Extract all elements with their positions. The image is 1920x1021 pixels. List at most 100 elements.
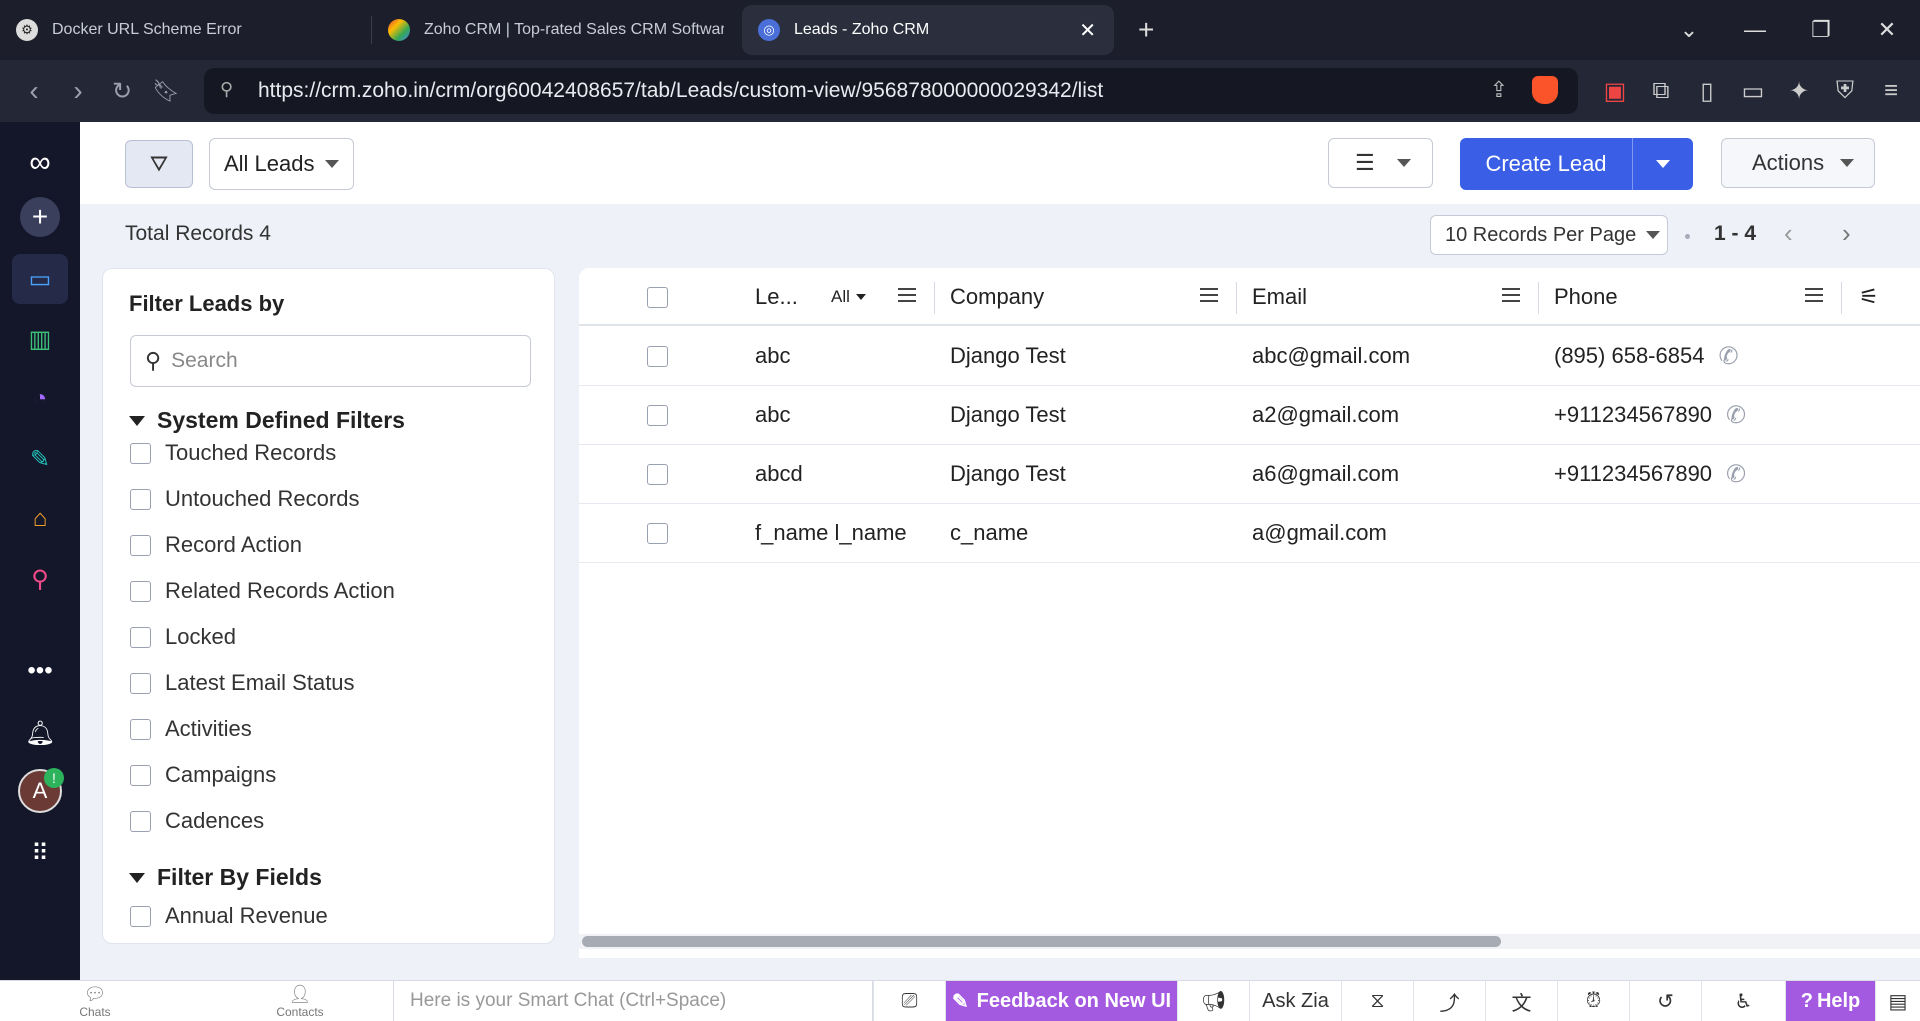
email-cell[interactable]: a2@gmail.com (1252, 386, 1399, 444)
view-select[interactable]: All Leads (209, 138, 354, 190)
column-menu-icon[interactable] (1200, 288, 1218, 302)
lead-name-cell[interactable]: f_name l_name (755, 504, 907, 562)
notifications-icon[interactable]: 🔔︎ (12, 708, 68, 758)
phone-icon[interactable]: ✆ (1726, 460, 1746, 489)
column-menu-icon[interactable] (898, 288, 916, 302)
contacts-button[interactable]: 👤︎ Contacts (260, 981, 340, 1021)
restore-icon[interactable]: ❐ (1788, 17, 1854, 43)
checkbox[interactable] (130, 442, 151, 464)
share-icon[interactable]: ⇪ (1490, 77, 1508, 103)
vpn-icon[interactable]: ⛨ (1822, 77, 1868, 105)
translate-icon[interactable]: 文 (1485, 981, 1557, 1021)
checkbox[interactable] (130, 534, 151, 556)
system-filters-group[interactable]: System Defined Filters (129, 407, 405, 434)
tab-search-icon[interactable]: ⌄ (1656, 17, 1722, 43)
new-tab-button[interactable]: + (1138, 14, 1154, 46)
create-lead-dropdown[interactable] (1633, 160, 1693, 168)
activity-icon[interactable]: ⧖ (1341, 981, 1413, 1021)
column-header-company[interactable]: Company (950, 268, 1044, 326)
browser-tab[interactable]: ⚙ Docker URL Scheme Error (0, 16, 372, 44)
announcements-icon[interactable]: 📢︎ (1177, 981, 1249, 1021)
brave-shields-icon[interactable] (1532, 76, 1558, 104)
email-cell[interactable]: a6@gmail.com (1252, 445, 1399, 503)
screen-share-icon[interactable]: ⎚ (873, 981, 945, 1021)
filter-item[interactable]: Related Records Action (130, 578, 395, 604)
filter-item[interactable]: Campaigns (130, 762, 276, 788)
next-page-icon[interactable]: › (1842, 218, 1851, 249)
wallet-icon[interactable]: ▭ (1730, 77, 1776, 106)
actions-button[interactable]: Actions (1721, 138, 1875, 188)
address-bar[interactable]: ⚲ https://crm.zoho.in/crm/org60042408657… (204, 68, 1578, 114)
email-cell[interactable]: a@gmail.com (1252, 504, 1387, 562)
accessibility-icon[interactable]: ♿︎ (1701, 981, 1785, 1021)
close-window-icon[interactable]: ✕ (1854, 17, 1920, 43)
column-header-email[interactable]: Email (1252, 268, 1307, 326)
sidebar-icon[interactable]: ▯ (1684, 77, 1730, 106)
filter-toggle-button[interactable]: ⛛ (125, 140, 193, 188)
help-button[interactable]: ? Help (1785, 981, 1875, 1021)
column-settings-icon[interactable]: ⚟ (1859, 268, 1879, 326)
site-settings-icon[interactable]: ⚲ (220, 79, 233, 100)
phone-icon[interactable]: ✆ (1718, 342, 1738, 371)
column-header-phone[interactable]: Phone (1554, 268, 1618, 326)
search-rail-icon[interactable]: ⚲ (12, 554, 68, 604)
field-filters-group[interactable]: Filter By Fields (129, 864, 322, 891)
checkbox[interactable] (130, 764, 151, 786)
list-view-switcher[interactable]: ☰ (1328, 138, 1433, 188)
checkbox[interactable] (130, 905, 151, 927)
prev-page-icon[interactable]: ‹ (1784, 218, 1793, 249)
create-icon[interactable]: + (12, 192, 68, 242)
row-checkbox[interactable] (647, 445, 668, 503)
checkbox[interactable] (130, 672, 151, 694)
browser-tab[interactable]: Zoho CRM | Top-rated Sales CRM Software … (372, 16, 742, 44)
lead-filter-select[interactable]: All (831, 268, 866, 326)
filter-item[interactable]: Untouched Records (130, 486, 359, 512)
history-icon[interactable]: ↺ (1629, 981, 1701, 1021)
filter-item[interactable]: Annual Revenue (130, 903, 328, 929)
lead-name-cell[interactable]: abc (755, 386, 790, 444)
more-icon[interactable]: ••• (12, 646, 68, 696)
filter-item[interactable]: Latest Email Status (130, 670, 355, 696)
back-icon[interactable]: ‹ (12, 75, 56, 107)
lead-name-cell[interactable]: abcd (755, 445, 803, 503)
table-row[interactable]: f_name l_name c_name a@gmail.com (579, 504, 1920, 563)
filter-item[interactable]: Activities (130, 716, 252, 742)
menu-icon[interactable]: ≡ (1868, 77, 1914, 105)
row-checkbox[interactable] (647, 504, 668, 562)
leo-ai-icon[interactable]: ✦ (1776, 77, 1822, 106)
filter-item[interactable]: Touched Records (130, 440, 336, 466)
table-row[interactable]: abc Django Test a2@gmail.com +9112345678… (579, 386, 1920, 445)
checkbox[interactable] (130, 580, 151, 602)
chats-button[interactable]: 💬︎ Chats (60, 981, 130, 1021)
reload-icon[interactable]: ↻ (100, 77, 144, 106)
analytics-icon[interactable]: ◔ (12, 374, 68, 424)
checkbox[interactable] (130, 488, 151, 510)
browser-tab-active[interactable]: ◎ Leads - Zoho CRM ✕ (742, 5, 1114, 55)
column-menu-icon[interactable] (1805, 288, 1823, 302)
signals-icon[interactable]: ⤴ (1413, 981, 1485, 1021)
email-cell[interactable]: abc@gmail.com (1252, 327, 1410, 385)
smart-chat-input[interactable]: Here is your Smart Chat (Ctrl+Space) (393, 981, 873, 1021)
filter-item[interactable]: Record Action (130, 532, 302, 558)
minimize-icon[interactable]: — (1722, 17, 1788, 43)
filter-item[interactable]: Locked (130, 624, 236, 650)
close-tab-icon[interactable]: ✕ (1079, 18, 1096, 43)
checkbox[interactable] (130, 718, 151, 740)
table-row[interactable]: abcd Django Test a6@gmail.com +911234567… (579, 445, 1920, 504)
create-lead-button[interactable]: Create Lead (1460, 138, 1693, 190)
row-checkbox[interactable] (647, 386, 668, 444)
records-per-page-select[interactable]: 10 Records Per Page (1430, 215, 1668, 255)
marketplace-icon[interactable]: ⌂ (12, 494, 68, 544)
modules-icon[interactable]: ▭ (12, 254, 68, 304)
extension-icon[interactable]: ▣ (1592, 77, 1638, 106)
column-header-lead[interactable]: Le... (755, 268, 798, 326)
zoho-logo-icon[interactable]: ∞ (12, 138, 68, 188)
avatar[interactable]: A ! (12, 766, 68, 816)
phone-icon[interactable]: ✆ (1726, 401, 1746, 430)
filter-item[interactable]: Cadences (130, 808, 264, 834)
reports-icon[interactable]: ▥ (12, 314, 68, 364)
requests-icon[interactable]: ✎ (12, 434, 68, 484)
horizontal-scrollbar[interactable] (582, 936, 1501, 947)
lead-name-cell[interactable]: abc (755, 327, 790, 385)
apps-grid-icon[interactable]: ⠿ (12, 828, 68, 878)
